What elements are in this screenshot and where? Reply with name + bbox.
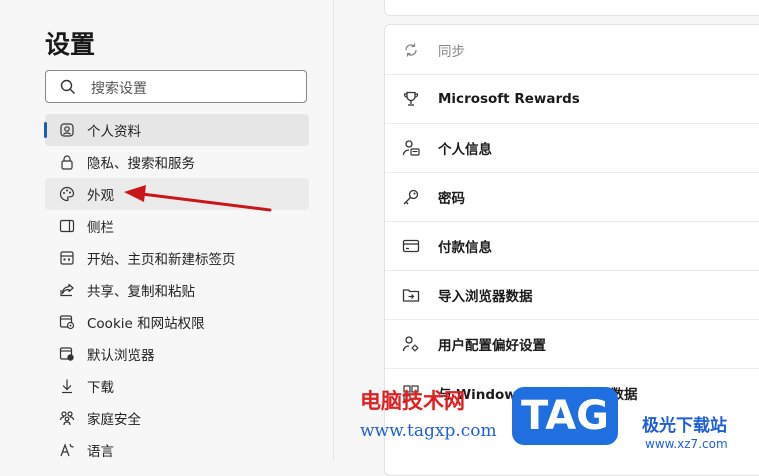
- sidebar-item-default-browser[interactable]: 默认浏览器: [45, 338, 309, 370]
- site-permissions-icon: [59, 314, 75, 330]
- sidebar-item-label: 默认浏览器: [87, 348, 155, 364]
- sidebar-icon: [59, 218, 75, 234]
- row-import-browser-data[interactable]: 导入浏览器数据: [385, 270, 759, 320]
- person-gear-icon: [402, 335, 420, 353]
- search-input[interactable]: 搜索设置: [45, 70, 307, 103]
- sidebar-item-label: 个人资料: [87, 124, 141, 140]
- sidebar-item-privacy[interactable]: 隐私、搜索和服务: [45, 146, 309, 178]
- sidebar-item-label: 隐私、搜索和服务: [87, 156, 195, 172]
- sidebar-item-label: Cookie 和网站权限: [87, 316, 205, 332]
- row-label: 付款信息: [438, 239, 492, 256]
- watermark-site-url: www.tagxp.com: [360, 421, 497, 441]
- row-sync[interactable]: 同步: [385, 25, 759, 75]
- sidebar-item-label: 开始、主页和新建标签页: [87, 252, 236, 268]
- search-placeholder: 搜索设置: [91, 81, 147, 97]
- person-card-icon: [402, 139, 420, 157]
- row-label: 密码: [438, 190, 465, 207]
- row-label: 同步: [438, 43, 465, 60]
- sidebar-item-label: 外观: [87, 188, 114, 204]
- profile-icon: [59, 122, 75, 138]
- search-icon: [60, 79, 75, 94]
- sidebar-item-label: 家庭安全: [87, 412, 141, 428]
- page-title: 设置: [45, 30, 96, 59]
- watermark-site2-name: 极光下载站: [642, 416, 727, 436]
- row-payment-info[interactable]: 付款信息: [385, 221, 759, 271]
- import-folder-icon: [402, 286, 420, 304]
- sidebar-item-family-safety[interactable]: 家庭安全: [45, 402, 309, 434]
- row-personal-info[interactable]: 个人信息: [385, 123, 759, 173]
- sidebar-item-start-home[interactable]: 开始、主页和新建标签页: [45, 242, 309, 274]
- trophy-icon: [402, 90, 420, 108]
- credit-card-icon: [402, 237, 420, 255]
- download-icon: [59, 378, 75, 394]
- row-profile-preferences[interactable]: 用户配置偏好设置: [385, 319, 759, 369]
- row-label: 导入浏览器数据: [438, 288, 533, 305]
- row-label: 个人信息: [438, 141, 492, 158]
- browser-icon: [59, 346, 75, 362]
- share-icon: [59, 282, 75, 298]
- sidebar-item-profile[interactable]: 个人资料: [44, 114, 309, 146]
- sidebar-item-share[interactable]: 共享、复制和粘贴: [45, 274, 309, 306]
- row-label: Microsoft Rewards: [438, 90, 580, 107]
- key-icon: [402, 188, 420, 206]
- sidebar-nav: 个人资料 隐私、搜索和服务 外观 侧栏 开始、主页和新建标签页 共享、复制和粘贴…: [44, 114, 309, 466]
- sidebar-item-languages[interactable]: 语言: [45, 434, 309, 466]
- family-icon: [59, 410, 75, 426]
- sidebar-item-downloads[interactable]: 下载: [45, 370, 309, 402]
- lock-icon: [59, 154, 75, 170]
- sidebar-item-label: 共享、复制和粘贴: [87, 284, 195, 300]
- palette-icon: [59, 186, 75, 202]
- watermark-site-name: 电脑技术网: [360, 388, 465, 413]
- sidebar-item-label: 侧栏: [87, 220, 114, 236]
- top-card: [384, 0, 759, 16]
- sidebar-item-label: 语言: [87, 444, 114, 460]
- sidebar-item-cookies[interactable]: Cookie 和网站权限: [45, 306, 309, 338]
- annotation-arrow: [124, 185, 272, 212]
- row-passwords[interactable]: 密码: [385, 172, 759, 222]
- watermark-tag-logo: TAG: [512, 387, 618, 445]
- sync-icon: [402, 41, 420, 59]
- sidebar-item-label: 下载: [87, 380, 114, 396]
- language-icon: [59, 442, 75, 458]
- selected-indicator: [44, 122, 47, 138]
- row-microsoft-rewards[interactable]: Microsoft Rewards: [385, 74, 759, 124]
- home-grid-icon: [59, 250, 75, 266]
- settings-sidebar: 设置 搜索设置 个人资料 隐私、搜索和服务 外观 侧栏 开始、主页和新建标签页: [0, 0, 334, 461]
- watermark-site2-url: www.xz7.com: [645, 437, 728, 451]
- row-label: 用户配置偏好设置: [438, 337, 546, 354]
